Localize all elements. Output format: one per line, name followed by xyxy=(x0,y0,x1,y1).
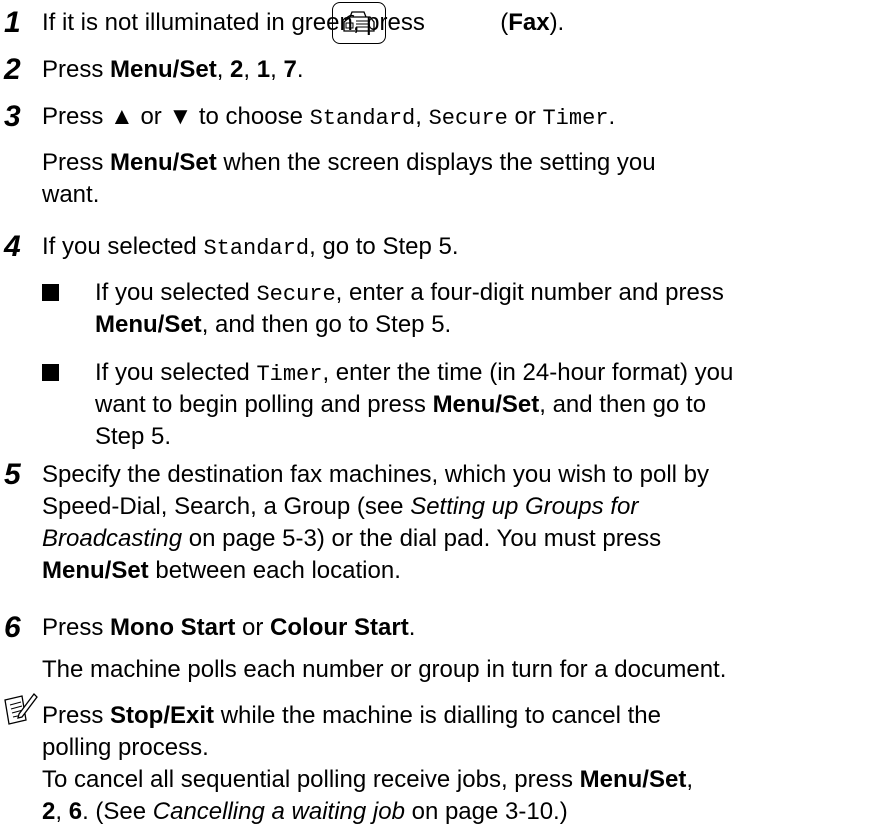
step-6-text-line-2: The machine polls each number or group i… xyxy=(42,656,727,683)
step-5-text-line-3: Broadcasting on page 5-3) or the dial pa… xyxy=(42,525,662,552)
sub-bullet-2-line-1: If you selected Timer, enter the time (i… xyxy=(95,359,734,387)
step-number-2: 2 xyxy=(4,53,21,86)
square-bullet-icon xyxy=(42,284,59,301)
step-3-text-line-3: want. xyxy=(42,181,100,208)
step-4-text: If you selected Standard, go to Step 5. xyxy=(42,233,459,261)
square-bullet-icon xyxy=(42,364,59,381)
step-number-6: 6 xyxy=(4,611,21,644)
note-text-line-3: To cancel all sequential polling receive… xyxy=(42,766,693,793)
sub-bullet-1-line-1: If you selected Secure, enter a four-dig… xyxy=(95,279,724,307)
step-number-5: 5 xyxy=(4,458,21,491)
step-1-text: If it is not illuminated in green, press… xyxy=(42,9,565,36)
step-3-text-line-1: Press ▲ or ▼ to choose Standard, Secure … xyxy=(42,103,616,131)
step-5-text-line-1: Specify the destination fax machines, wh… xyxy=(42,461,710,488)
step-6-text-line-1: Press Mono Start or Colour Start. xyxy=(42,614,416,641)
note-text-line-4: 2, 6. (See Cancelling a waiting job on p… xyxy=(42,798,568,825)
sub-bullet-2-line-3: Step 5. xyxy=(95,423,172,450)
step-2-text: Press Menu/Set, 2, 1, 7. xyxy=(42,56,304,83)
step-number-3: 3 xyxy=(4,100,21,133)
sub-bullet-1-line-2: Menu/Set, and then go to Step 5. xyxy=(95,311,452,338)
fax-machine-icon xyxy=(343,11,375,32)
note-text-line-2: polling process. xyxy=(42,734,209,761)
step-number-4: 4 xyxy=(4,230,21,263)
step-number-1: 1 xyxy=(4,6,21,39)
step-5-text-line-4: Menu/Set between each location. xyxy=(42,557,401,584)
step-3-text-line-2: Press Menu/Set when the screen displays … xyxy=(42,149,656,176)
note-pencil-icon xyxy=(4,693,38,725)
fax-button xyxy=(332,2,386,44)
step-5-text-line-2: Speed-Dial, Search, a Group (see Setting… xyxy=(42,493,639,520)
note-text-line-1: Press Stop/Exit while the machine is dia… xyxy=(42,702,661,729)
sub-bullet-2-line-2: want to begin polling and press Menu/Set… xyxy=(95,391,707,418)
